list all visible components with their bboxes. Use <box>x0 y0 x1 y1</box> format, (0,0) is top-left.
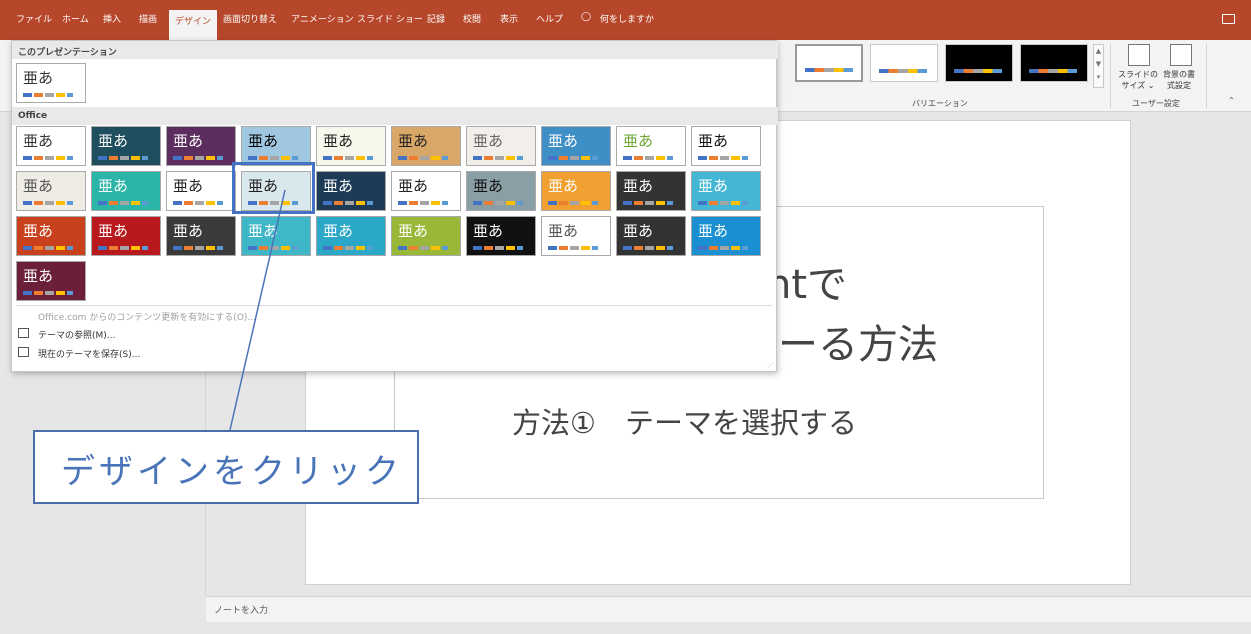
callout-pointer-line <box>229 189 286 431</box>
callout-text: デザインをクリック <box>61 452 403 492</box>
instruction-callout: デザインをクリック <box>33 430 419 504</box>
